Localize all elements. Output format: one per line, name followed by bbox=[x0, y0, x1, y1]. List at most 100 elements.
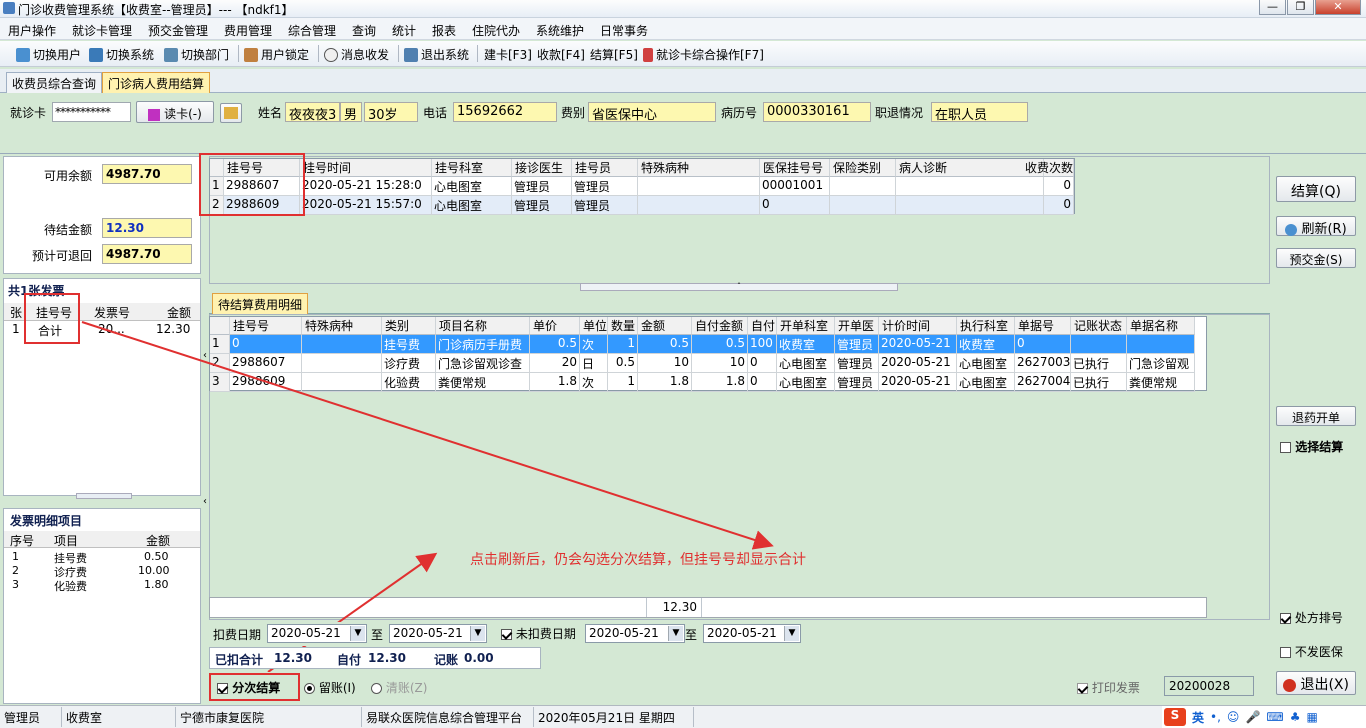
annotation-note: 点击刷新后，仍会勾选分次结算，但挂号号却显示合计 bbox=[470, 552, 806, 568]
menu-inpatient[interactable]: 住院代办 bbox=[472, 22, 520, 39]
column-header: 单据名称 bbox=[1127, 317, 1195, 335]
pending-tab-strip: 待结算费用明细 bbox=[209, 292, 1270, 314]
select-settle-toggle[interactable]: 选择结算 bbox=[1280, 438, 1343, 455]
column-header: 项目名称 bbox=[436, 317, 530, 335]
splitter-handle[interactable] bbox=[76, 493, 132, 499]
fee-date-to[interactable]: 2020-05-21 ▼ bbox=[389, 624, 487, 643]
status-user: 管理员 bbox=[0, 707, 62, 727]
select-settle-checkbox[interactable] bbox=[1280, 442, 1291, 453]
menu-card-mgmt[interactable]: 就诊卡管理 bbox=[72, 22, 132, 39]
phone-field[interactable]: 15692662 bbox=[453, 102, 557, 122]
exit-system-button[interactable]: 退出系统 bbox=[404, 46, 469, 63]
close-button[interactable]: ✕ bbox=[1315, 0, 1361, 15]
switch-dept-button[interactable]: 切换部门 bbox=[164, 46, 229, 63]
menu-stats[interactable]: 统计 bbox=[392, 22, 416, 39]
deducted-value: 12.30 bbox=[274, 651, 312, 665]
clear-button[interactable] bbox=[220, 103, 242, 123]
collapse-left-icon[interactable]: ‹ bbox=[201, 496, 209, 512]
lock-icon bbox=[244, 47, 258, 62]
clear-account-radio[interactable]: 清账(Z) bbox=[371, 679, 427, 696]
settle-button-toolbar[interactable]: 结算[F5] bbox=[590, 46, 638, 63]
messages-button[interactable]: 消息收发 bbox=[324, 46, 389, 63]
exit-button[interactable]: 退出(X) bbox=[1276, 671, 1356, 695]
self-pay-value: 12.30 bbox=[368, 651, 406, 665]
highlight-split-settle bbox=[209, 673, 300, 701]
record-field[interactable]: 0000330161 bbox=[763, 102, 871, 122]
switch-system-button[interactable]: 切换系统 bbox=[89, 46, 154, 63]
system-icon bbox=[89, 47, 103, 62]
window-title: 门诊收费管理系统【收费室--管理员】--- 【ndkf1】 bbox=[18, 3, 294, 17]
card-field[interactable]: *********** bbox=[52, 102, 131, 122]
print-invoice-toggle[interactable]: 打印发票 bbox=[1077, 679, 1140, 696]
tab-bar: 收费员综合查询 门诊病人费用结算 bbox=[0, 69, 1366, 93]
sex-field[interactable]: 男 bbox=[340, 102, 362, 122]
unfee-date-to[interactable]: 2020-05-21 ▼ bbox=[703, 624, 801, 643]
fee-date-from[interactable]: 2020-05-21 ▼ bbox=[267, 624, 367, 643]
keep-account-radio[interactable]: 留账(I) bbox=[304, 679, 356, 696]
rx-queue-checkbox[interactable] bbox=[1280, 613, 1291, 624]
menu-grid-icon: ▦ bbox=[1306, 710, 1318, 724]
read-card-button[interactable]: 读卡(-) bbox=[136, 101, 214, 123]
menu-system[interactable]: 系统维护 bbox=[536, 22, 584, 39]
exit-icon bbox=[404, 47, 418, 62]
available-value: 4987.70 bbox=[102, 164, 192, 184]
pending-detail-grid: 挂号号 特殊病种 类别 项目名称 单价 单位 数量 金额 自付金额 自付 开单科室 开单医 计价时间 执行… bbox=[209, 316, 1207, 392]
punct-icon: •, bbox=[1210, 710, 1221, 724]
unfee-date-from[interactable]: 2020-05-21 ▼ bbox=[585, 624, 685, 643]
dropdown-arrow-icon: ▼ bbox=[470, 626, 485, 641]
mic-icon: 🎤 bbox=[1245, 710, 1261, 724]
no-insurance-checkbox[interactable] bbox=[1280, 647, 1291, 658]
menu-query[interactable]: 查询 bbox=[352, 22, 376, 39]
splitter-handle[interactable]: ˆ bbox=[580, 283, 898, 291]
status-bar: 管理员 收费室 宁德市康复医院 易联众医院信息综合管理平台 2020年05月21… bbox=[0, 705, 1366, 728]
tab-pending-detail[interactable]: 待结算费用明细 bbox=[212, 293, 309, 314]
print-checkbox[interactable] bbox=[1077, 683, 1088, 694]
status-field[interactable]: 在职人员 bbox=[931, 102, 1028, 122]
switch-user-button[interactable]: 切换用户 bbox=[16, 46, 81, 63]
fee-type-field[interactable]: 省医保中心 bbox=[588, 102, 716, 122]
menu-user-ops[interactable]: 用户操作 bbox=[8, 22, 56, 39]
minimize-button[interactable]: — bbox=[1259, 0, 1286, 15]
unfee-date-toggle[interactable]: 未扣费日期 bbox=[501, 625, 576, 642]
column-header: 特殊病种 bbox=[302, 317, 382, 335]
age-field[interactable]: 30岁 bbox=[364, 102, 418, 122]
lock-user-button[interactable]: 用户锁定 bbox=[244, 46, 309, 63]
create-card-button[interactable]: 建卡[F3] bbox=[484, 46, 532, 63]
tab-outpatient-settlement[interactable]: 门诊病人费用结算 bbox=[102, 72, 211, 93]
rx-queue-toggle[interactable]: 处方排号 bbox=[1280, 609, 1343, 626]
receive-button[interactable]: 收款[F4] bbox=[537, 46, 585, 63]
maximize-button[interactable]: ❐ bbox=[1287, 0, 1314, 15]
settle-button[interactable]: 结算(Q) bbox=[1276, 176, 1356, 202]
collapse-left-icon[interactable]: ‹ bbox=[201, 350, 209, 366]
refresh-button[interactable]: 刷新(R) bbox=[1276, 216, 1356, 237]
account-value: 0.00 bbox=[464, 651, 494, 665]
cancel-order-button[interactable]: 退药开单 bbox=[1276, 406, 1356, 426]
record-label: 病历号 bbox=[721, 106, 758, 120]
pending-label: 待结金额 bbox=[44, 223, 93, 237]
no-insurance-toggle[interactable]: 不发医保 bbox=[1280, 643, 1343, 660]
column-header: 单据号 bbox=[1015, 317, 1071, 335]
invoice-detail-header: 序号 项目 金额 bbox=[4, 531, 200, 548]
menu-general-mgmt[interactable]: 综合管理 bbox=[288, 22, 336, 39]
name-field[interactable]: 夜夜夜3 bbox=[285, 102, 340, 122]
menu-fee-mgmt[interactable]: 费用管理 bbox=[224, 22, 272, 39]
column-header: 挂号号 bbox=[230, 317, 302, 335]
menu-daily[interactable]: 日常事务 bbox=[600, 22, 648, 39]
bottom-options: 分次结算 留账(I) 清账(Z) 打印发票 20200028 bbox=[209, 672, 1270, 704]
highlight-reg-no-column bbox=[199, 153, 305, 216]
column-header: 计价时间 bbox=[879, 317, 957, 335]
menu-prepay-mgmt[interactable]: 预交金管理 bbox=[148, 22, 208, 39]
card-ops-button[interactable]: 就诊卡综合操作[F7] bbox=[643, 46, 764, 63]
menu-reports[interactable]: 报表 bbox=[432, 22, 456, 39]
column-header: 自付金额 bbox=[692, 317, 748, 335]
tab-cashier-query[interactable]: 收费员综合查询 bbox=[6, 72, 103, 93]
phone-label: 电话 bbox=[423, 106, 448, 120]
invoice-number-field[interactable]: 20200028 bbox=[1164, 676, 1254, 696]
prepay-button[interactable]: 预交金(S) bbox=[1276, 248, 1356, 268]
unfee-checkbox[interactable] bbox=[501, 629, 512, 640]
app-icon bbox=[3, 2, 15, 14]
ime-toolbar[interactable]: S 英 •, ☺ 🎤 ⌨ ♣ ▦ bbox=[1162, 706, 1366, 728]
summary-bar: 已扣合计 12.30 自付 12.30 记账 0.00 bbox=[209, 647, 541, 669]
refresh-icon bbox=[1285, 223, 1298, 236]
card-icon bbox=[148, 108, 161, 121]
